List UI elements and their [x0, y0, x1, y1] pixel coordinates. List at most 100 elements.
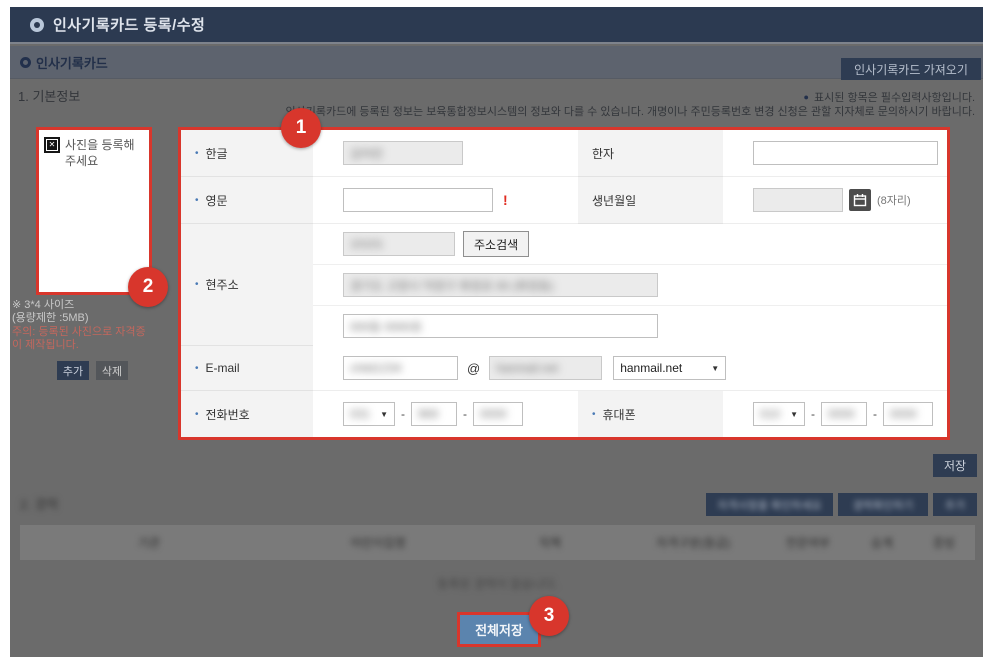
circle-icon: [20, 57, 31, 68]
mobile-last-redacted: 0000: [890, 407, 917, 421]
address-line2-value-redacted: 000동 0000호: [350, 318, 422, 335]
required-dot-icon: •: [195, 279, 199, 290]
info-notice: 인사기록카드에 등록된 정보는 보육통합정보시스템의 정보와 다를 수 있습니다…: [285, 103, 975, 119]
hanja-label: 한자: [578, 130, 723, 177]
step-badge-3: 3: [529, 596, 569, 636]
korean-name-label-text: 한글: [206, 145, 228, 162]
email-label: • E-mail: [181, 346, 313, 391]
birth-date-label-text: 생년월일: [592, 192, 636, 209]
hanja-field[interactable]: [753, 141, 938, 165]
photo-warning-line1: 주의: 등록된 사진으로 자격증: [12, 326, 146, 339]
dash-separator: -: [463, 407, 467, 421]
career-action-button-1[interactable]: 자격사항을 확인하세요: [706, 493, 833, 516]
english-name-label-text: 영문: [206, 192, 228, 209]
career-table-header: 기관 어린이집명 직책 자격구분(등급) 전문여부 승계 증빙: [20, 525, 975, 560]
step-badge-2: 2: [128, 267, 168, 307]
phone-prefix-redacted: 031: [350, 407, 370, 421]
dimmed-content-area: 인사기록카드 등록/수정 인사기록카드 인사기록카드 가져오기 1. 기본정보 …: [10, 7, 983, 657]
career-action-label-2: 경력확인하기: [853, 497, 914, 513]
address-search-button[interactable]: 주소검색: [463, 231, 529, 257]
career-add-button[interactable]: 추가: [933, 493, 977, 516]
calendar-button[interactable]: [849, 189, 871, 211]
career-empty-message: 등록된 경력이 없습니다.: [20, 575, 975, 592]
dash-separator: -: [811, 407, 815, 421]
birth-date-hint: (8자리): [877, 192, 911, 208]
mobile-prefix-select[interactable]: 010 ▼: [753, 402, 805, 426]
form-row-english-birth: • 영문 ! 생년월일: [181, 177, 947, 224]
email-local-value-redacted: child1234: [350, 361, 401, 375]
email-domain-field[interactable]: hanmail.net: [489, 356, 602, 380]
career-action-label-1: 자격사항을 확인하세요: [717, 497, 821, 513]
zip-code-value-redacted: 10101: [350, 237, 383, 251]
career-col-header: 직책: [478, 534, 621, 551]
photo-add-button[interactable]: 추가: [57, 361, 89, 380]
required-dot-icon: •: [195, 195, 199, 206]
english-name-label: • 영문: [181, 177, 313, 224]
address-line2-field[interactable]: 000동 0000호: [343, 314, 658, 338]
broken-image-icon: [44, 137, 60, 153]
career-action-button-2[interactable]: 경력확인하기: [838, 493, 928, 516]
mobile-last-field[interactable]: 0000: [883, 402, 933, 426]
photo-size-note: ※ 3*4 사이즈 (용량제한 :5MB): [12, 299, 89, 325]
phone-last-field[interactable]: 0000: [473, 402, 523, 426]
required-bullet-icon: ●: [804, 92, 809, 102]
required-dot-icon: •: [195, 409, 199, 420]
calendar-icon: [853, 193, 867, 207]
dash-separator: -: [401, 407, 405, 421]
import-record-card-button[interactable]: 인사기록카드 가져오기: [841, 58, 981, 80]
basic-info-form: • 한글 김어린 한자 • 영문: [178, 127, 950, 440]
dash-separator: -: [873, 407, 877, 421]
required-dot-icon: •: [592, 409, 596, 420]
phone-label-text: 전화번호: [206, 406, 250, 423]
page-title: 인사기록카드 등록/수정: [53, 14, 205, 35]
page: 인사기록카드 등록/수정 인사기록카드 인사기록카드 가져오기 1. 기본정보 …: [0, 0, 990, 669]
phone-mid-field[interactable]: 969: [411, 402, 457, 426]
mobile-mid-redacted: 0000: [828, 407, 855, 421]
photo-warning: 주의: 등록된 사진으로 자격증 이 제작됩니다.: [12, 326, 146, 352]
email-domain-value-redacted: hanmail.net: [496, 361, 558, 375]
section-title: 인사기록카드: [36, 53, 108, 72]
career-col-header: 증빙: [913, 534, 975, 551]
save-button[interactable]: 저장: [933, 454, 977, 477]
email-provider-selected: hanmail.net: [620, 361, 682, 375]
photo-upload-box[interactable]: 사진을 등록해 주세요: [36, 127, 152, 295]
email-provider-select[interactable]: hanmail.net ▼: [613, 356, 726, 380]
photo-warning-line2: 이 제작됩니다.: [12, 339, 146, 352]
photo-size-line: ※ 3*4 사이즈: [12, 299, 89, 312]
basic-info-title: 1. 기본정보: [18, 86, 80, 105]
english-error-mark: !: [503, 192, 508, 208]
email-at-symbol: @: [467, 361, 480, 376]
career-col-header: 기관: [20, 534, 278, 551]
photo-delete-button[interactable]: 삭제: [96, 361, 128, 380]
phone-prefix-select[interactable]: 031 ▼: [343, 402, 395, 426]
zip-code-field[interactable]: 10101: [343, 232, 455, 256]
career-col-header: 어린이집명: [278, 534, 479, 551]
form-row-address: • 현주소 10101 주소검색 경기도 고양시 덕양구 화정로 00 (화정동…: [181, 224, 947, 346]
career-col-header: 승계: [851, 534, 913, 551]
phone-last-redacted: 0000: [480, 407, 507, 421]
photo-placeholder: 사진을 등록해 주세요: [65, 137, 144, 169]
english-name-field[interactable]: [343, 188, 493, 212]
step-badge-1: 1: [281, 108, 321, 148]
chevron-down-icon: ▼: [380, 410, 388, 419]
required-dot-icon: •: [195, 363, 199, 374]
address-line1-value-redacted: 경기도 고양시 덕양구 화정로 00 (화정동): [350, 277, 554, 294]
career-add-label: 추가: [945, 497, 965, 513]
page-title-bar: 인사기록카드 등록/수정: [10, 7, 983, 44]
mobile-prefix-redacted: 010: [760, 407, 780, 421]
career-col-header: 전문여부: [765, 534, 851, 551]
phone-label: • 전화번호: [181, 391, 313, 437]
phone-mid-redacted: 969: [418, 407, 438, 421]
address-line1-field[interactable]: 경기도 고양시 덕양구 화정로 00 (화정동): [343, 273, 658, 297]
mobile-mid-field[interactable]: 0000: [821, 402, 867, 426]
birth-date-field[interactable]: [753, 188, 843, 212]
email-local-field[interactable]: child1234: [343, 356, 458, 380]
mobile-label-text: 휴대폰: [603, 406, 636, 423]
korean-name-field[interactable]: 김어린: [343, 141, 463, 165]
korean-name-value-redacted: 김어린: [350, 145, 383, 162]
form-row-phone-mobile: • 전화번호 031 ▼ - 969 - 0000: [181, 391, 947, 437]
photo-limit-line: (용량제한 :5MB): [12, 312, 89, 325]
required-dot-icon: •: [195, 148, 199, 159]
chevron-down-icon: ▼: [790, 410, 798, 419]
mobile-label: • 휴대폰: [578, 391, 723, 437]
